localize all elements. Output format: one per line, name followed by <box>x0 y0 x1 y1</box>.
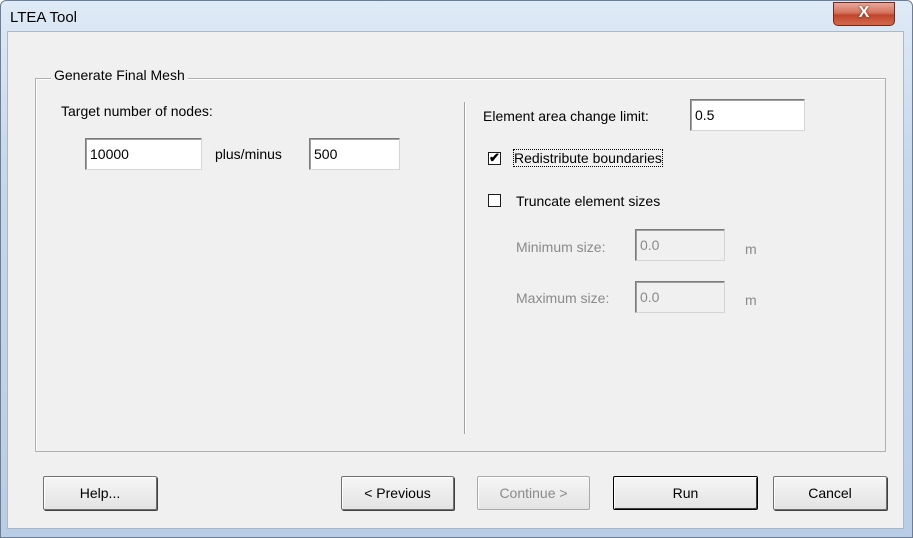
target-nodes-label: Target number of nodes: <box>61 103 213 119</box>
continue-button[interactable]: Continue > <box>477 476 590 510</box>
window-title: LTEA Tool <box>10 9 77 26</box>
min-size-input[interactable] <box>635 229 725 261</box>
truncate-checkbox[interactable] <box>488 194 501 207</box>
help-button[interactable]: Help... <box>43 476 157 510</box>
close-icon: X <box>858 4 870 21</box>
title-bar[interactable]: LTEA Tool X <box>1 1 912 33</box>
redistribute-checkbox[interactable]: ✔ <box>488 150 501 165</box>
target-nodes-input[interactable] <box>85 138 202 170</box>
previous-button[interactable]: < Previous <box>341 476 454 510</box>
group-title: Generate Final Mesh <box>51 67 188 83</box>
redistribute-label[interactable]: Redistribute boundaries <box>513 149 663 167</box>
area-change-input[interactable] <box>690 99 805 131</box>
min-size-unit: m <box>745 241 757 257</box>
area-change-label: Element area change limit: <box>483 108 649 124</box>
run-button[interactable]: Run <box>613 476 758 510</box>
truncate-label[interactable]: Truncate element sizes <box>516 193 660 209</box>
max-size-unit: m <box>745 292 757 308</box>
check-mark-icon: ✔ <box>489 150 500 165</box>
cancel-button[interactable]: Cancel <box>773 476 887 510</box>
max-size-input[interactable] <box>635 281 725 313</box>
group-box <box>35 78 886 452</box>
plus-minus-label: plus/minus <box>215 146 282 162</box>
max-size-label: Maximum size: <box>516 290 610 306</box>
min-size-label: Minimum size: <box>516 239 606 255</box>
column-divider <box>464 102 465 434</box>
close-button[interactable]: X <box>833 2 895 26</box>
plus-minus-input[interactable] <box>309 138 400 170</box>
